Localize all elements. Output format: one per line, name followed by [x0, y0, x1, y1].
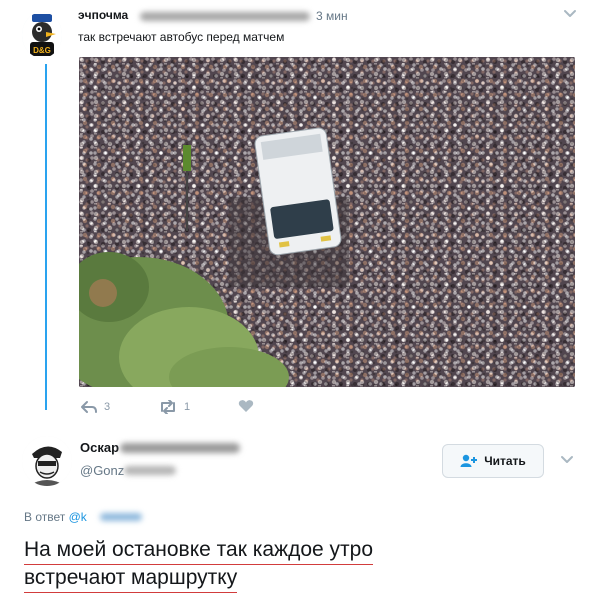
redacted-author-handle — [124, 466, 176, 475]
follow-button[interactable]: Читать — [442, 444, 544, 478]
chevron-down-icon[interactable] — [562, 6, 578, 22]
redacted-author-name — [120, 443, 240, 453]
thread-line — [45, 64, 47, 410]
avatar-bird-image: D&G — [22, 12, 62, 58]
follow-button-label: Читать — [484, 454, 526, 468]
crowd-bus-image — [79, 57, 575, 387]
retweet-button[interactable]: 1 — [158, 400, 190, 414]
tweet-timestamp[interactable]: 3 мин — [316, 9, 348, 23]
redacted-reply-handle — [100, 513, 142, 521]
retweet-icon — [161, 400, 175, 414]
tweet-text-line-1: На моей остановке так каждое утро — [24, 538, 374, 565]
like-button[interactable] — [238, 399, 254, 413]
avatar-label: D&G — [33, 46, 51, 55]
author-name[interactable]: Оскар — [80, 440, 119, 455]
follow-user-icon — [460, 454, 478, 467]
retweet-count: 1 — [184, 401, 191, 413]
reply-icon — [81, 401, 97, 413]
avatar[interactable] — [22, 436, 72, 486]
avatar-portrait-image — [22, 436, 72, 486]
reply-to-handle[interactable]: @k — [69, 510, 87, 524]
tweet-text: так встречают автобус перед матчем — [78, 30, 285, 44]
avatar[interactable]: D&G — [22, 12, 62, 58]
tweet-text-line-2: встречают маршрутку — [24, 566, 238, 593]
chevron-down-icon[interactable] — [559, 452, 575, 468]
reply-to-prefix: В ответ — [24, 510, 66, 524]
reply-to-line: В ответ @k — [24, 510, 87, 524]
like-icon — [238, 400, 254, 412]
reply-button[interactable]: 3 — [80, 400, 110, 414]
redacted-author-handle — [140, 12, 310, 21]
tweet-photo[interactable] — [79, 57, 575, 387]
reply-count: 3 — [104, 401, 111, 413]
author-name[interactable]: эчпочма — [78, 8, 128, 22]
author-handle[interactable]: @Gonz — [80, 463, 124, 478]
